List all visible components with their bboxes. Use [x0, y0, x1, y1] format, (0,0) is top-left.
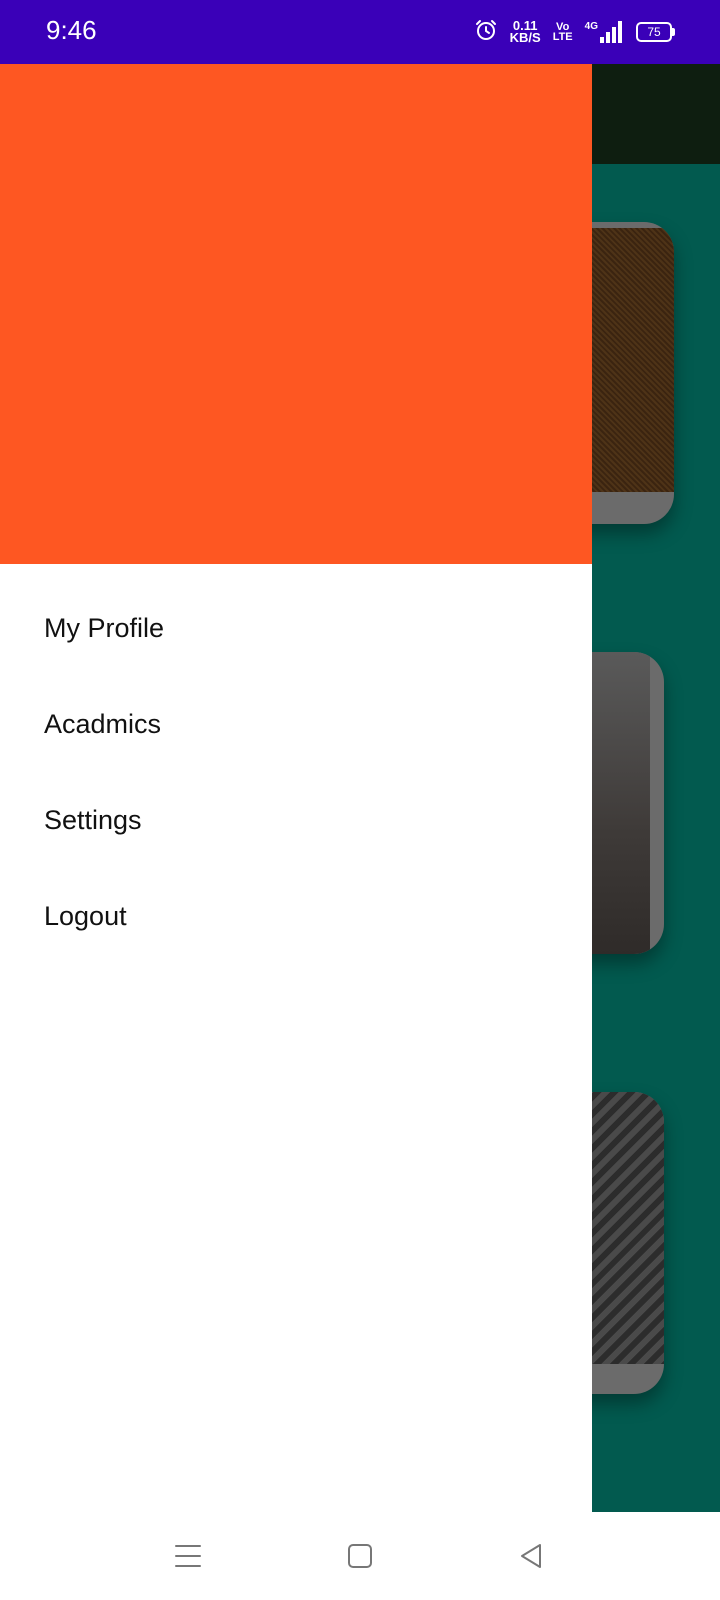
recent-apps-icon[interactable] — [172, 1540, 204, 1572]
alarm-icon — [474, 18, 498, 47]
system-navigation-bar — [0, 1512, 720, 1600]
drawer-header — [0, 64, 592, 564]
network-speed-unit: KB/S — [509, 30, 541, 45]
menu-item-academics[interactable]: Acadmics — [0, 676, 592, 772]
volte-bottom: LTE — [552, 31, 573, 43]
home-icon[interactable] — [344, 1540, 376, 1572]
drawer-menu: My Profile Acadmics Settings Logout — [0, 564, 592, 964]
menu-item-logout[interactable]: Logout — [0, 868, 592, 964]
menu-item-my-profile[interactable]: My Profile — [0, 580, 592, 676]
network-type: 4G — [584, 21, 598, 32]
battery-icon: 75 — [636, 22, 675, 42]
status-bar: 9:46 0.11 KB/S Vo LTE 4G 75 — [0, 0, 720, 64]
signal-icon: 4G — [585, 21, 624, 43]
status-time: 9:46 — [46, 15, 97, 45]
volte-indicator: Vo LTE — [552, 22, 573, 43]
network-speed: 0.11 KB/S — [509, 19, 541, 45]
navigation-drawer: My Profile Acadmics Settings Logout — [0, 64, 592, 1512]
menu-item-settings[interactable]: Settings — [0, 772, 592, 868]
status-icons: 0.11 KB/S Vo LTE 4G 75 — [474, 16, 675, 48]
back-icon[interactable] — [516, 1540, 548, 1572]
